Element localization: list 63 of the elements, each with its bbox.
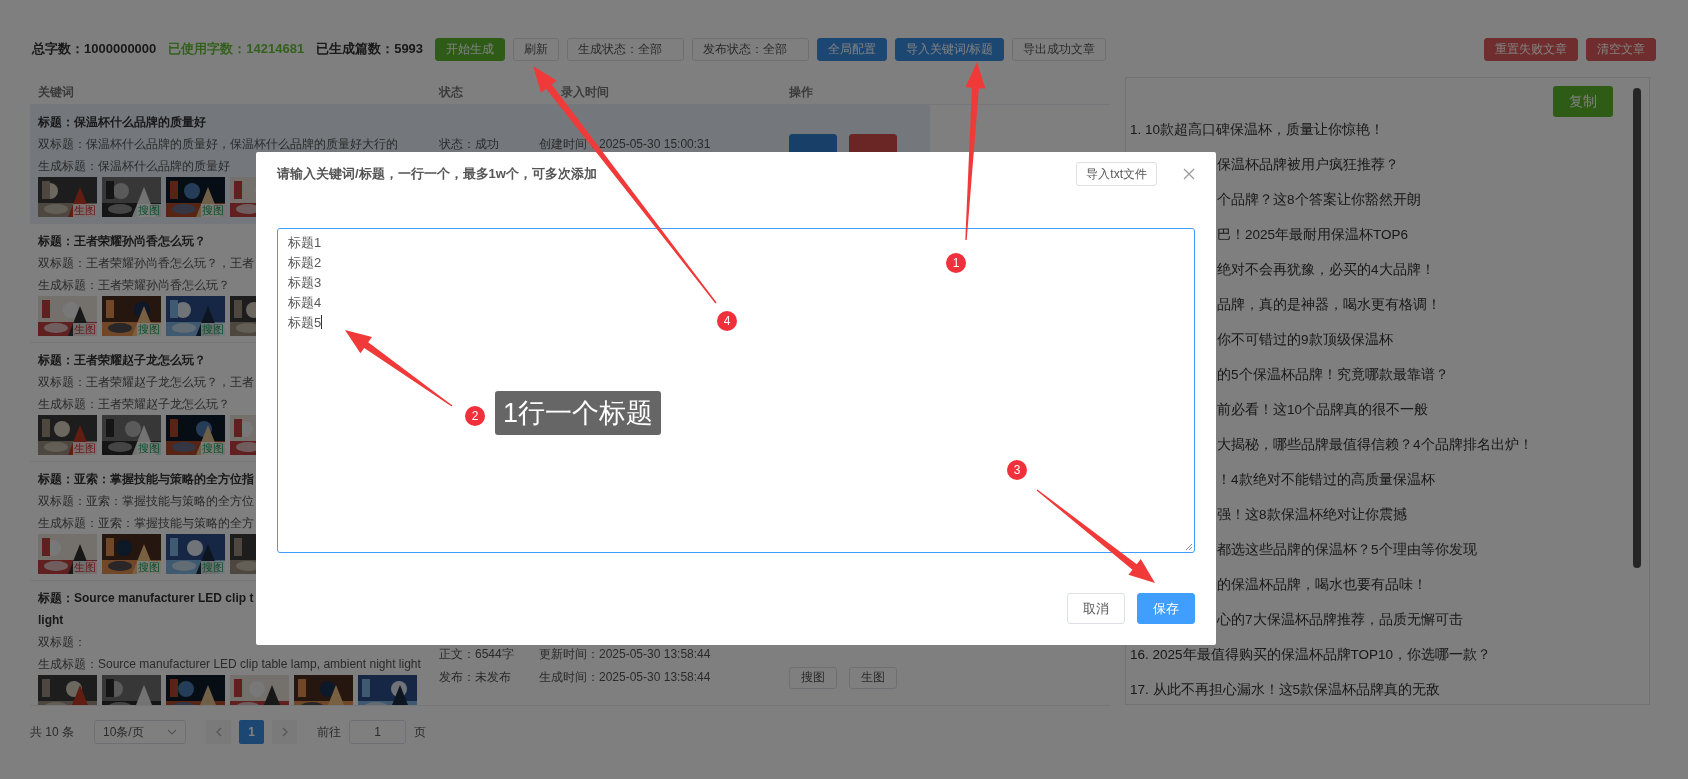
article-title: 标题：亚索：掌握技能与策略的全方位指 <box>38 471 254 488</box>
image-tag: 搜图 <box>201 204 225 217</box>
image-tag: 搜图 <box>201 561 225 574</box>
double-title: 双标题：王者荣耀孙尚香怎么玩？，王者 <box>38 255 254 272</box>
image-tag: 生图 <box>73 442 97 455</box>
result-item: 1. 10款超高口碑保温杯，质量让你惊艳！ <box>1130 121 1385 139</box>
result-item: 前必看！这10个品牌真的很不一般 <box>1216 401 1429 419</box>
article-title: 标题：保温杯什么品牌的质量好 <box>38 114 206 131</box>
generated-title: 生成标题：保温杯什么品牌的质量好 <box>38 158 230 175</box>
article-title: light <box>38 612 64 629</box>
image-tag: 生图 <box>73 323 97 336</box>
status-text: 正文：6544字 <box>439 646 515 663</box>
total-count: 共 10 条 <box>30 723 74 741</box>
result-item: 心的7大保温杯品牌推荐，品质无懈可击 <box>1216 611 1463 629</box>
result-item: 你不可错过的9款顶级保温杯 <box>1216 331 1393 349</box>
result-item: 个品牌？这8个答案让你豁然开朗 <box>1216 191 1421 209</box>
double-title: 双标题： <box>38 634 86 651</box>
image-tag: 搜图 <box>137 204 161 217</box>
image-tag: 搜图 <box>201 323 225 336</box>
time-text: 更新时间：2025-05-30 13:58:44 <box>539 646 712 663</box>
result-item: 品牌，真的是神器，喝水更有格调！ <box>1216 296 1441 314</box>
generated-title: 生成标题：亚索：掌握技能与策略的全方 <box>38 515 254 532</box>
stat-text: 已生成篇数：5993 <box>316 40 424 58</box>
column-header: 操作 <box>789 83 814 101</box>
result-item: 巴！2025年最耐用保温杯TOP6 <box>1216 226 1409 244</box>
goto-label: 前往 <box>317 723 341 741</box>
page-suffix: 页 <box>414 723 426 741</box>
image-tag: 搜图 <box>201 442 225 455</box>
generated-title: 生成标题：王者荣耀赵子龙怎么玩？ <box>38 396 230 413</box>
column-header: 状态 <box>439 83 464 101</box>
result-item: 17. 从此不再担心漏水！这5款保温杯品牌真的无敌 <box>1130 681 1441 699</box>
result-item: 的保温杯品牌，喝水也要有品味！ <box>1216 576 1427 594</box>
time-text: 生成时间：2025-05-30 13:58:44 <box>539 669 712 686</box>
image-tag: 生图 <box>73 561 97 574</box>
column-header: 录入时间 <box>560 83 610 101</box>
result-item: 的5个保温杯品牌！究竟哪款最靠谱？ <box>1216 366 1449 384</box>
result-item: ！4款绝对不能错过的高质量保温杯 <box>1216 471 1435 489</box>
stat-text: 总字数：1000000000 <box>32 40 157 58</box>
status-text: 状态：成功 <box>439 136 500 153</box>
image-tag: 搜图 <box>137 561 161 574</box>
double-title: 双标题：保温杯什么品牌的质量好，保温杯什么品牌的质量好大行的 <box>38 136 398 153</box>
callout-label: 1行一个标题 <box>495 391 662 435</box>
generated-title: 生成标题：Source manufacturer LED clip table lamp, ambient night light <box>38 656 421 673</box>
stat-text: 已使用字数：14214681 <box>168 40 305 58</box>
result-item: 强！这8款保温杯绝对让你震撼 <box>1216 506 1407 524</box>
double-title: 双标题：亚索：掌握技能与策略的全方位 <box>38 493 254 510</box>
dialog-title: 请输入关键词/标题，一行一个，最多1w个，可多次添加 <box>277 165 597 183</box>
result-item: 保温杯品牌被用户疯狂推荐？ <box>1216 156 1399 174</box>
result-item: 绝对不会再犹豫，必买的4大品牌！ <box>1216 261 1435 279</box>
image-tag: 搜图 <box>137 442 161 455</box>
image-tag: 搜图 <box>137 323 161 336</box>
image-tag: 生图 <box>73 204 97 217</box>
result-item: 大揭秘，哪些品牌最值得信赖？4个品牌排名出炉！ <box>1216 436 1533 454</box>
result-item: 16. 2025年最值得购买的保温杯品牌TOP10，你选哪一款？ <box>1130 646 1492 664</box>
article-title: 标题：王者荣耀赵子龙怎么玩？ <box>38 352 206 369</box>
generated-title: 生成标题：王者荣耀孙尚香怎么玩？ <box>38 277 230 294</box>
column-header: 关键词 <box>38 83 75 101</box>
status-text: 发布：未发布 <box>439 669 512 686</box>
article-title: 标题：王者荣耀孙尚香怎么玩？ <box>38 233 206 250</box>
time-text: 创建时间：2025-05-30 15:00:31 <box>539 136 712 153</box>
article-title: 标题：Source manufacturer LED clip t <box>38 590 254 607</box>
double-title: 双标题：王者荣耀赵子龙怎么玩？，王者 <box>38 374 254 391</box>
result-item: 都选这些品牌的保温杯？5个理由等你发现 <box>1216 541 1477 559</box>
